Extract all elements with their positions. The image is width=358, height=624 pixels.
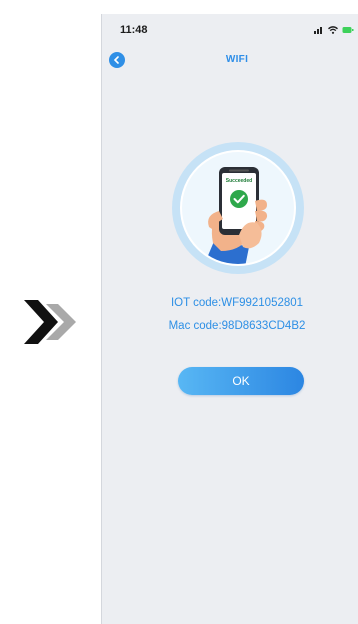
signal-icon [314, 27, 322, 34]
nav-bar: WIFI [102, 48, 358, 78]
status-time: 11:48 [120, 24, 148, 36]
success-illustration: Succeeded [172, 142, 304, 274]
check-icon [230, 190, 248, 208]
wifi-icon [328, 26, 338, 34]
ok-button[interactable]: OK [178, 367, 304, 395]
battery-icon [342, 27, 354, 33]
iot-code-text: IOT code:WF9921052801 [170, 297, 304, 309]
page-title: WIFI [225, 54, 249, 65]
chevron-right-icon [24, 300, 76, 344]
phone-screen: 11:48 WIFI Succeeded IOT code:WF99210528… [101, 14, 358, 624]
status-bar: 11:48 [102, 14, 358, 44]
screen-status-text: Succeeded [226, 178, 252, 184]
mac-code-text: Mac code:98D8633CD4B2 [168, 320, 306, 332]
status-icons [314, 26, 354, 34]
